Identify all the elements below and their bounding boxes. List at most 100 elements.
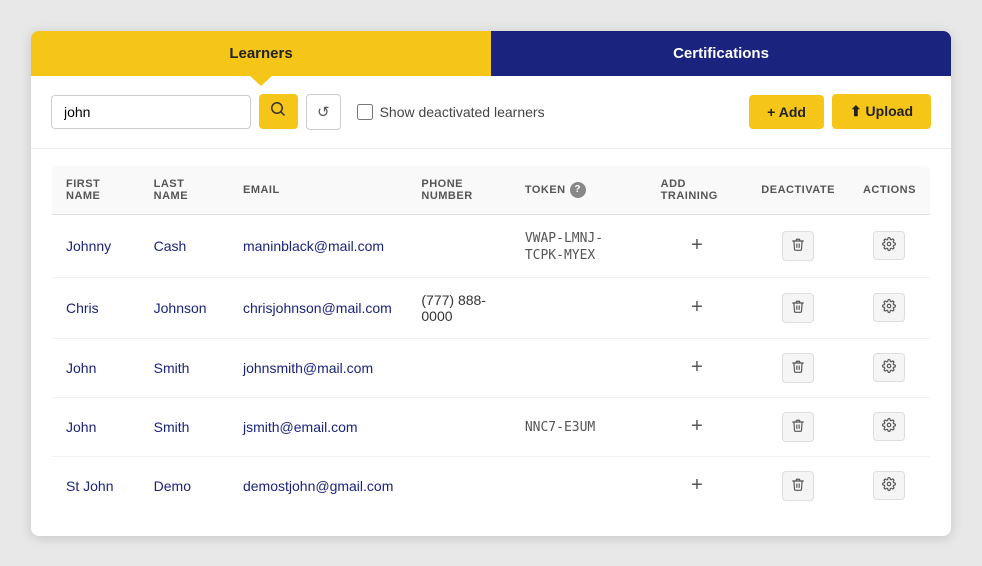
- settings-button-1[interactable]: [873, 293, 905, 322]
- col-deactivate: DEACTIVATE: [747, 165, 849, 214]
- add-training-button-1[interactable]: +: [685, 294, 709, 321]
- first-name-link-3[interactable]: John: [66, 419, 96, 435]
- cell-add-training-1: +: [647, 277, 748, 338]
- cell-first-name-2: John: [52, 338, 140, 397]
- add-training-button-3[interactable]: +: [685, 413, 709, 440]
- toolbar: ↺ Show deactivated learners + Add ⬆ Uplo…: [31, 76, 951, 149]
- deactivate-button-2[interactable]: [782, 353, 814, 383]
- add-training-button-2[interactable]: +: [685, 354, 709, 381]
- first-name-link-0[interactable]: Johnny: [66, 238, 111, 254]
- cell-last-name-3: Smith: [140, 397, 229, 456]
- cell-phone-4: [407, 456, 510, 515]
- col-actions: ACTIONS: [849, 165, 931, 214]
- trash-icon-3: [791, 418, 805, 433]
- table-row: Johnny Cash maninblack@mail.com VWAP-LMN…: [52, 214, 931, 277]
- last-name-link-1[interactable]: Johnson: [154, 300, 207, 316]
- cell-last-name-0: Cash: [140, 214, 229, 277]
- add-training-button-0[interactable]: +: [685, 232, 709, 259]
- cell-actions-3: [849, 397, 931, 456]
- cell-first-name-0: Johnny: [52, 214, 140, 277]
- cell-last-name-1: Johnson: [140, 277, 229, 338]
- reset-icon: ↺: [317, 104, 330, 121]
- add-training-button-4[interactable]: +: [685, 472, 709, 499]
- settings-button-3[interactable]: [873, 412, 905, 441]
- upload-button-label: ⬆ Upload: [850, 103, 913, 120]
- table-container: FIRST NAME LAST NAME EMAIL PHONE NUMBER …: [31, 149, 951, 536]
- tab-certifications[interactable]: Certifications: [491, 31, 951, 76]
- reset-button[interactable]: ↺: [306, 94, 341, 130]
- cell-actions-4: [849, 456, 931, 515]
- token-value-3: NNC7-E3UM: [525, 420, 595, 435]
- col-last-name: LAST NAME: [140, 165, 229, 214]
- email-link-1[interactable]: chrisjohnson@mail.com: [243, 300, 392, 316]
- add-button[interactable]: + Add: [749, 95, 824, 129]
- last-name-link-3[interactable]: Smith: [154, 419, 190, 435]
- cell-add-training-0: +: [647, 214, 748, 277]
- cell-phone-1: (777) 888-0000: [407, 277, 510, 338]
- cell-actions-1: [849, 277, 931, 338]
- tab-learners[interactable]: Learners: [31, 31, 491, 76]
- deactivate-button-4[interactable]: [782, 471, 814, 501]
- email-link-2[interactable]: johnsmith@mail.com: [243, 360, 373, 376]
- search-icon: [271, 102, 286, 117]
- gear-icon-2: [882, 359, 896, 373]
- last-name-link-2[interactable]: Smith: [154, 360, 190, 376]
- cell-deactivate-4: [747, 456, 849, 515]
- cell-add-training-3: +: [647, 397, 748, 456]
- table-header-row: FIRST NAME LAST NAME EMAIL PHONE NUMBER …: [52, 165, 931, 214]
- show-deactivated-label[interactable]: Show deactivated learners: [357, 104, 545, 120]
- settings-button-0[interactable]: [873, 231, 905, 260]
- gear-icon-4: [882, 477, 896, 491]
- last-name-link-0[interactable]: Cash: [154, 238, 187, 254]
- token-value-0: VWAP-LMNJ-TCPK-MYEX: [525, 231, 603, 263]
- show-deactivated-text: Show deactivated learners: [380, 104, 545, 120]
- upload-button[interactable]: ⬆ Upload: [832, 94, 931, 129]
- trash-icon-1: [791, 299, 805, 314]
- cell-phone-2: [407, 338, 510, 397]
- cell-token-1: [511, 277, 647, 338]
- search-button[interactable]: [259, 94, 298, 129]
- email-link-0[interactable]: maninblack@mail.com: [243, 238, 384, 254]
- show-deactivated-checkbox[interactable]: [357, 104, 373, 120]
- app-container: Learners Certifications ↺ Show deactivat…: [31, 31, 951, 536]
- trash-icon-4: [791, 477, 805, 492]
- cell-last-name-2: Smith: [140, 338, 229, 397]
- gear-icon-1: [882, 299, 896, 313]
- cell-add-training-2: +: [647, 338, 748, 397]
- gear-icon-0: [882, 237, 896, 251]
- email-link-4[interactable]: demostjohn@gmail.com: [243, 478, 393, 494]
- learners-table: FIRST NAME LAST NAME EMAIL PHONE NUMBER …: [51, 165, 931, 516]
- table-row: John Smith johnsmith@mail.com +: [52, 338, 931, 397]
- cell-first-name-3: John: [52, 397, 140, 456]
- cell-deactivate-2: [747, 338, 849, 397]
- deactivate-button-0[interactable]: [782, 231, 814, 261]
- first-name-link-4[interactable]: St John: [66, 478, 113, 494]
- cell-deactivate-0: [747, 214, 849, 277]
- search-input[interactable]: [51, 95, 251, 129]
- add-button-label: + Add: [767, 104, 806, 120]
- email-link-3[interactable]: jsmith@email.com: [243, 419, 358, 435]
- cell-last-name-4: Demo: [140, 456, 229, 515]
- cell-add-training-4: +: [647, 456, 748, 515]
- cell-email-2: johnsmith@mail.com: [229, 338, 407, 397]
- tabs-bar: Learners Certifications: [31, 31, 951, 76]
- first-name-link-1[interactable]: Chris: [66, 300, 99, 316]
- col-token: TOKEN ?: [511, 165, 647, 214]
- settings-button-2[interactable]: [873, 353, 905, 382]
- gear-icon-3: [882, 418, 896, 432]
- cell-token-4: [511, 456, 647, 515]
- tab-learners-label: Learners: [229, 45, 292, 62]
- deactivate-button-1[interactable]: [782, 293, 814, 323]
- settings-button-4[interactable]: [873, 471, 905, 500]
- last-name-link-4[interactable]: Demo: [154, 478, 191, 494]
- col-email: EMAIL: [229, 165, 407, 214]
- token-help-icon[interactable]: ?: [570, 182, 586, 198]
- deactivate-button-3[interactable]: [782, 412, 814, 442]
- cell-email-3: jsmith@email.com: [229, 397, 407, 456]
- cell-actions-2: [849, 338, 931, 397]
- col-add-training: ADD TRAINING: [647, 165, 748, 214]
- cell-token-0: VWAP-LMNJ-TCPK-MYEX: [511, 214, 647, 277]
- cell-token-2: [511, 338, 647, 397]
- cell-email-1: chrisjohnson@mail.com: [229, 277, 407, 338]
- first-name-link-2[interactable]: John: [66, 360, 96, 376]
